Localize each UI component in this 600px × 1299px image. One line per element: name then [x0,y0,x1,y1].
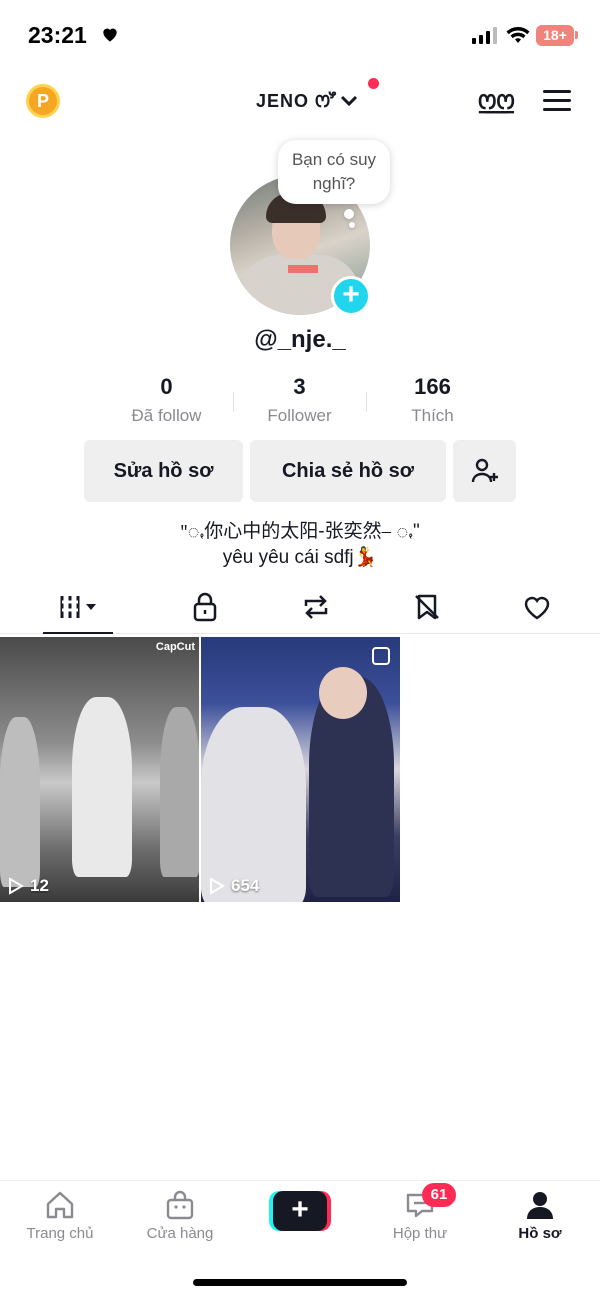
inbox-badge: 61 [422,1183,456,1207]
active-tab-indicator [43,632,113,634]
heart-outline-icon [524,596,550,620]
nav-shop[interactable]: Cửa hàng [120,1181,240,1261]
creator-tools-icon[interactable]: ꯁ꯭ꯁ [478,86,515,117]
thought-bubble[interactable]: Bạn có suy nghĩ? [278,140,390,204]
account-switcher[interactable]: JENO ꯁꯧ [256,88,358,113]
heart-icon [103,28,117,42]
stat-likes[interactable]: 166 Thích [366,374,499,426]
create-button[interactable]: + [269,1191,331,1231]
shopping-bag-icon [166,1190,194,1220]
profile-header: P JENO ꯁꯧ ꯁ꯭ꯁ [0,78,600,128]
content-tabs [0,582,600,634]
stat-followers[interactable]: 3 Follower [233,374,366,426]
profile-icon [527,1192,553,1219]
video-thumbnail[interactable]: 654 [201,637,400,902]
status-bar: 23:21 18+ [0,0,600,70]
nav-home[interactable]: Trang chủ [0,1181,120,1261]
status-time: 23:21 [28,22,87,48]
stat-following[interactable]: 0 Đã follow [100,374,233,426]
battery-nub [575,31,578,39]
account-name: JENO ꯁꯧ [256,91,337,111]
repost-icon [304,595,328,619]
menu-icon[interactable] [543,90,571,112]
nav-profile[interactable]: Hồ sơ [480,1181,600,1261]
bubble-tail-small [349,222,355,228]
signal-icon [472,27,497,44]
edit-profile-button[interactable]: Sửa hồ sơ [84,440,243,502]
wifi-icon [506,26,530,43]
video-thumbnail[interactable]: CapCut 12 [0,637,199,902]
multi-photo-icon [372,647,390,665]
bio-line-1: "ꩻ你心中的太阳-张奕然⎯ ꩻ" [180,521,420,542]
notification-dot [368,78,379,89]
bio: "ꩻ你心中的太阳-张奕然⎯ ꩻ" yêu yêu cái sdfj💃 [0,519,600,571]
tab-favorites[interactable] [366,582,486,634]
play-icon [210,877,225,895]
stat-followers-value: 3 [293,374,306,399]
profile-actions: Sửa hồ sơ Chia sẻ hồ sơ [0,440,600,502]
add-user-icon [471,458,498,483]
bubble-tail [344,209,354,219]
chevron-down-icon [341,95,358,106]
nav-home-label: Trang chủ [26,1225,94,1242]
stat-followers-label: Follower [267,406,332,425]
nav-inbox[interactable]: Hộp thư [360,1181,480,1261]
play-count: 12 [8,876,49,896]
nav-inbox-label: Hộp thư [392,1225,448,1242]
home-indicator[interactable] [193,1279,407,1286]
profile-stats: 0 Đã follow 3 Follower 166 Thích [100,374,500,434]
stat-likes-label: Thích [411,406,454,425]
add-story-button[interactable]: + [331,276,371,316]
stat-following-value: 0 [160,374,173,399]
nav-shop-label: Cửa hàng [146,1225,214,1242]
bookmark-hidden-icon [415,594,439,620]
stat-likes-value: 166 [414,374,451,399]
grid-icon [60,596,96,618]
tab-liked[interactable] [476,582,596,634]
play-count-value: 12 [30,876,49,895]
play-count-value: 654 [231,876,260,895]
play-count: 654 [209,876,259,896]
tab-reposts[interactable] [254,582,374,634]
lock-icon [193,592,217,622]
stat-following-label: Đã follow [131,406,202,425]
coin-icon[interactable]: P [26,84,60,118]
play-icon [9,877,24,895]
home-icon [46,1191,74,1219]
bottom-nav: Trang chủ Cửa hàng + Hộp thư 61 Hồ sơ [0,1180,600,1260]
capcut-watermark: CapCut [155,641,195,653]
plus-icon: + [273,1191,327,1231]
nav-profile-label: Hồ sơ [518,1225,562,1242]
add-friend-button[interactable] [453,440,516,502]
battery-indicator: 18+ [536,25,574,46]
username: @_nje._ [254,326,346,353]
tab-private[interactable] [144,582,264,634]
tab-videos[interactable] [10,582,130,634]
bio-line-2: yêu yêu cái sdfj💃 [222,547,378,568]
share-profile-button[interactable]: Chia sẻ hồ sơ [250,440,446,502]
